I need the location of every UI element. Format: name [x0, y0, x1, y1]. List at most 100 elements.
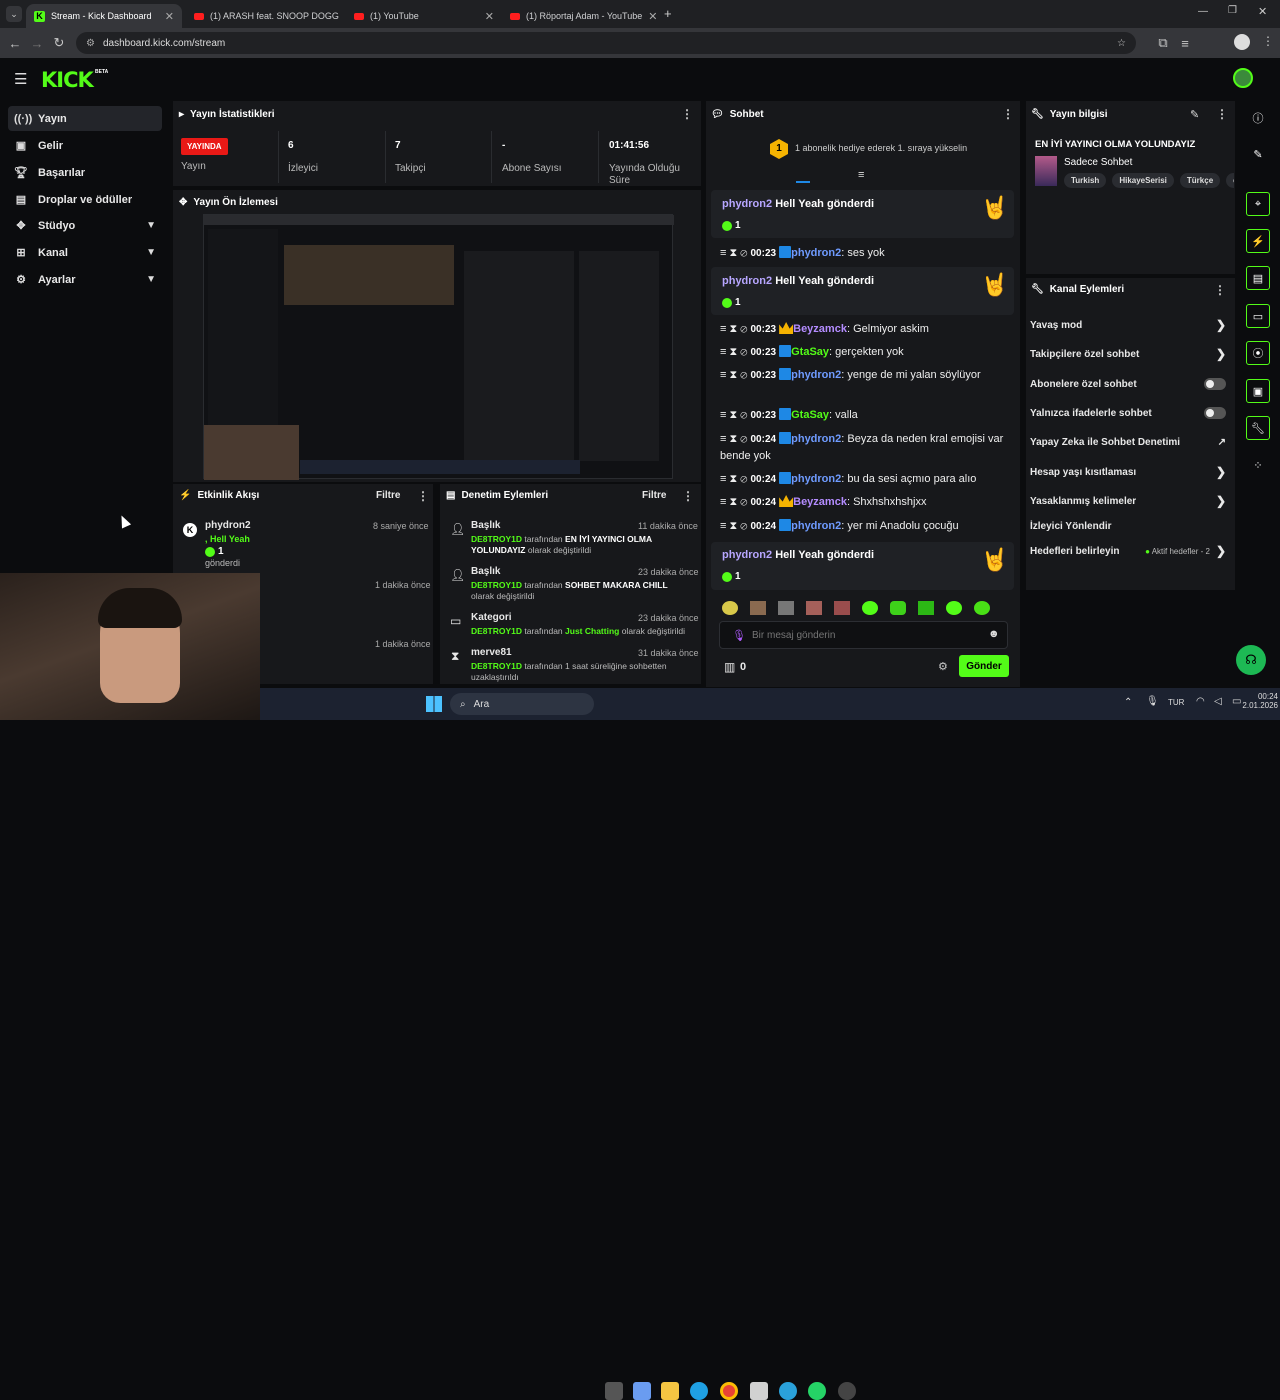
- action-set-goals[interactable]: Hedefleri belirleyin ● Aktif hedefler - 2…: [1030, 540, 1226, 562]
- language-indicator[interactable]: TUR: [1168, 698, 1184, 707]
- close-icon[interactable]: ✕: [165, 10, 174, 23]
- clock[interactable]: 00:24 2.01.2026: [1242, 692, 1278, 710]
- more-menu-icon[interactable]: ⋮: [1262, 34, 1274, 48]
- mod-actor[interactable]: DE8TROY1D: [471, 534, 522, 544]
- category-thumbnail[interactable]: [1035, 156, 1057, 186]
- msg-user[interactable]: phydron2: [791, 433, 841, 445]
- emote-icon[interactable]: [918, 601, 934, 615]
- msg-user[interactable]: phydron2: [791, 369, 841, 381]
- user-avatar[interactable]: [1233, 68, 1253, 88]
- help-headset-icon[interactable]: ☊: [1236, 645, 1266, 675]
- extensions-icon[interactable]: ⧉: [1152, 35, 1174, 51]
- chat-message-field[interactable]: [752, 627, 972, 643]
- reload-icon[interactable]: ↻: [48, 35, 70, 51]
- stream-info-menu-icon[interactable]: ⋮: [1216, 107, 1228, 121]
- emote-icon[interactable]: [834, 601, 850, 615]
- site-info-icon[interactable]: ⚙: [86, 38, 95, 49]
- forward-icon[interactable]: →: [26, 36, 48, 51]
- kick-logo[interactable]: KICK: [41, 68, 94, 92]
- windows-start-icon[interactable]: [426, 696, 442, 712]
- edge-icon[interactable]: [690, 1382, 708, 1400]
- tab-youtube[interactable]: (1) YouTube ✕: [346, 4, 502, 28]
- tag[interactable]: Türkçe: [1179, 173, 1221, 188]
- new-tab-icon[interactable]: +: [664, 6, 672, 21]
- clip-icon[interactable]: ⌖: [1246, 192, 1270, 216]
- msg-user[interactable]: GtaSay: [791, 346, 829, 358]
- stats-menu-icon[interactable]: ⋮: [681, 107, 693, 121]
- chat-input[interactable]: 🎙︎ ☻: [719, 621, 1008, 649]
- moderation-menu-icon[interactable]: ⋮: [682, 489, 694, 503]
- msg-user[interactable]: Beyzamck: [793, 496, 847, 508]
- hamburger-menu-icon[interactable]: ☰: [14, 70, 27, 88]
- edit-pencil-icon[interactable]: ✎: [1190, 108, 1199, 121]
- action-banned-words[interactable]: Yasaklanmış kelimeler ❯: [1030, 490, 1226, 512]
- emote-icon[interactable]: [778, 601, 794, 615]
- emote-icon[interactable]: [806, 601, 822, 615]
- tab-arash[interactable]: (1) ARASH feat. SNOOP DOGG ✕: [186, 4, 342, 28]
- stream-preview-video[interactable]: [203, 214, 674, 480]
- close-icon[interactable]: ✕: [648, 10, 657, 23]
- tab-search-button[interactable]: ⌄: [6, 6, 22, 22]
- maximize-icon[interactable]: ❐: [1228, 5, 1237, 16]
- emotes-only-toggle[interactable]: [1204, 407, 1226, 419]
- action-slow-mode[interactable]: Yavaş mod ❯: [1030, 314, 1226, 336]
- tab-roportaj[interactable]: (1) Röportaj Adam - YouTube ✕: [502, 4, 658, 28]
- msg-user[interactable]: phydron2: [791, 247, 841, 259]
- window-close-icon[interactable]: ✕: [1258, 5, 1267, 18]
- gift-user[interactable]: phydron2: [722, 198, 772, 210]
- broadcast-icon[interactable]: ⦿: [1246, 341, 1270, 365]
- msg-user[interactable]: Beyzamck: [793, 323, 847, 335]
- emote-icon[interactable]: [890, 601, 906, 615]
- sidebar-item-kanal[interactable]: ⊞ Kanal ▼: [8, 240, 162, 265]
- mod-actor[interactable]: DE8TROY1D: [471, 661, 522, 671]
- store-icon[interactable]: [750, 1382, 768, 1400]
- stream-info-icon[interactable]: ▣: [1246, 379, 1270, 403]
- msg-user[interactable]: GtaSay: [791, 409, 829, 421]
- profile-avatar[interactable]: [1234, 34, 1250, 50]
- sidebar-item-gelir[interactable]: ▣ Gelir: [8, 133, 162, 158]
- msg-user[interactable]: phydron2: [791, 473, 841, 485]
- minimize-icon[interactable]: —: [1198, 6, 1208, 17]
- emoji-icon[interactable]: ☻: [988, 628, 1000, 640]
- msg-user[interactable]: phydron2: [791, 520, 841, 532]
- sidebar-item-ayarlar[interactable]: ⚙ Ayarlar ▼: [8, 267, 162, 292]
- edit-icon[interactable]: ✎: [1246, 142, 1270, 166]
- close-icon[interactable]: ✕: [485, 10, 494, 23]
- emote-icon[interactable]: [750, 601, 766, 615]
- taskbar-search[interactable]: ⌕ Ara: [450, 693, 594, 715]
- tag[interactable]: c: [1226, 173, 1234, 188]
- task-view-icon[interactable]: [605, 1382, 623, 1400]
- sidebar-item-yayin[interactable]: ((·)) Yayın: [8, 106, 162, 131]
- mod-actor[interactable]: DE8TROY1D: [471, 626, 522, 636]
- wifi-icon[interactable]: ◠: [1196, 696, 1205, 707]
- sidebar-item-basarilar[interactable]: 🏆︎ Başarılar: [8, 160, 162, 185]
- chat-icon[interactable]: ▭: [1246, 304, 1270, 328]
- tab-kick-dashboard[interactable]: K Stream - Kick Dashboard ✕: [26, 4, 182, 28]
- mic-icon[interactable]: 🎙︎: [732, 629, 746, 642]
- emote-icon[interactable]: [722, 601, 738, 615]
- document-icon[interactable]: ▤: [1246, 266, 1270, 290]
- file-explorer-icon[interactable]: [661, 1382, 679, 1400]
- back-icon[interactable]: ←: [4, 36, 26, 51]
- info-icon[interactable]: ⓘ: [1246, 106, 1270, 130]
- sidebar-item-droplar[interactable]: ▤ Droplar ve ödüller: [8, 187, 162, 212]
- activity-menu-icon[interactable]: ⋮: [417, 489, 429, 503]
- emote-icon[interactable]: [974, 601, 990, 615]
- moderation-filter-button[interactable]: Filtre: [642, 490, 666, 501]
- action-raid[interactable]: İzleyici Yönlendir: [1030, 515, 1226, 537]
- chat-settings-icon[interactable]: ⚙: [938, 660, 948, 673]
- points-icon[interactable]: ▥: [724, 660, 735, 674]
- volume-icon[interactable]: ◁: [1214, 696, 1222, 707]
- channel-actions-menu-icon[interactable]: ⋮: [1214, 283, 1226, 297]
- activity-user[interactable]: phydron2: [205, 520, 251, 531]
- emote-icon[interactable]: [862, 601, 878, 615]
- gift-user[interactable]: phydron2: [722, 549, 772, 561]
- reading-list-icon[interactable]: ≡: [1174, 36, 1196, 51]
- emote-icon[interactable]: [946, 601, 962, 615]
- mic-tray-icon[interactable]: 🎙︎: [1146, 696, 1159, 707]
- copilot-icon[interactable]: [633, 1382, 651, 1400]
- telegram-icon[interactable]: [779, 1382, 797, 1400]
- chat-menu-icon[interactable]: ⋮: [1002, 107, 1014, 121]
- send-button[interactable]: Gönder: [959, 655, 1009, 677]
- obs-icon[interactable]: [838, 1382, 856, 1400]
